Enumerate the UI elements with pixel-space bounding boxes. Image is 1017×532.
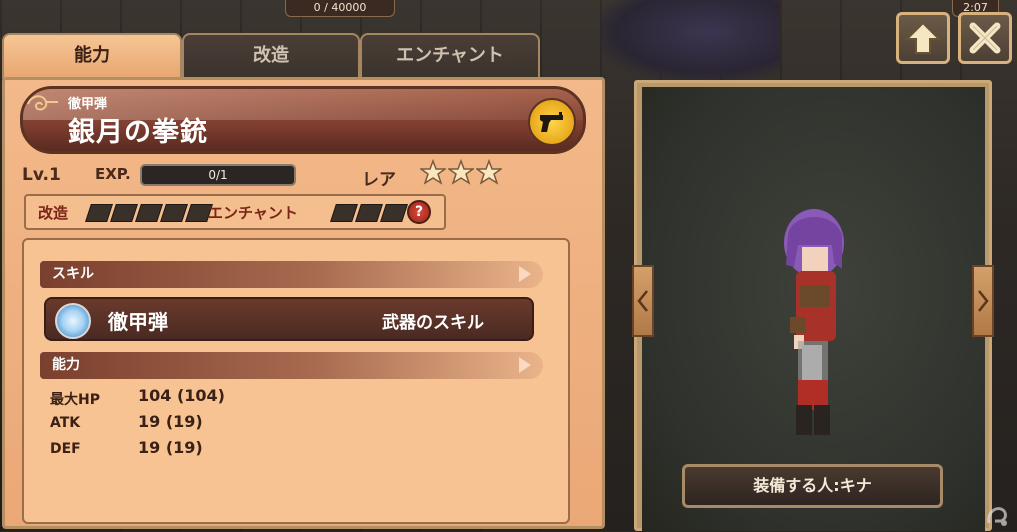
prev-character-button[interactable] [632,265,654,337]
tab-enchant[interactable]: エンチャント [360,33,540,79]
item-name: 銀月の拳銃 [68,117,208,148]
ability-section-title: 能力 [52,357,80,373]
help-icon[interactable]: ? [407,200,431,224]
skill-section-header[interactable]: スキル [40,261,543,288]
skill-name: 徹甲弾 [108,310,168,334]
enchant-pip [330,204,358,222]
stat-value-hp: 104 (104) [138,386,225,405]
kaizo-pip [110,204,138,222]
tab-kaizo[interactable]: 改造 [182,33,360,79]
next-character-button[interactable] [972,265,994,337]
star-icon [448,158,474,185]
star-icon [476,158,502,185]
background-shadow [600,0,780,80]
stat-label-atk: ATK [50,415,81,431]
enchant-pips [330,204,408,222]
stat-value-def: 19 (19) [138,438,203,457]
equipped-by-button[interactable]: 装備する人:キナ [682,464,943,508]
chevron-left-icon [637,290,648,312]
ornament-icon [27,95,58,111]
kaizo-pips [85,204,213,222]
tab-ability[interactable]: 能力 [2,33,182,79]
exp-label: EXP. [95,165,131,183]
chevron-right-icon [519,266,531,282]
up-arrow-icon [905,21,941,54]
enchant-label: エンチャント [208,204,298,222]
close-button[interactable] [958,12,1012,64]
enchant-pip [380,204,408,222]
skill-section-title: スキル [52,266,94,282]
chevron-right-icon [519,357,531,373]
skill-orb-icon [55,303,91,339]
character-sprite [784,209,844,435]
star-icon [420,158,446,185]
stat-label-def: DEF [50,441,81,457]
ability-section-header[interactable]: 能力 [40,352,543,379]
up-arrow-button[interactable] [896,12,950,64]
enchant-pip [355,204,383,222]
watermark-logo [985,505,1011,527]
kaizo-pip [135,204,163,222]
skill-type: 武器のスキル [382,313,484,333]
kaizo-label: 改造 [38,204,69,222]
chevron-right-icon [978,290,989,312]
level-label: Lv.1 [22,165,61,185]
close-icon [969,22,1001,54]
pistol-icon [528,98,576,146]
kaizo-pip [85,204,113,222]
top-counter: 0 / 40000 [285,0,395,17]
stat-label-hp: 最大HP [50,392,100,408]
kaizo-pip [160,204,188,222]
stat-value-atk: 19 (19) [138,412,203,431]
exp-bar: 0/1 [140,164,296,186]
rarity-label: レア [362,170,396,190]
rarity-stars [420,158,502,186]
